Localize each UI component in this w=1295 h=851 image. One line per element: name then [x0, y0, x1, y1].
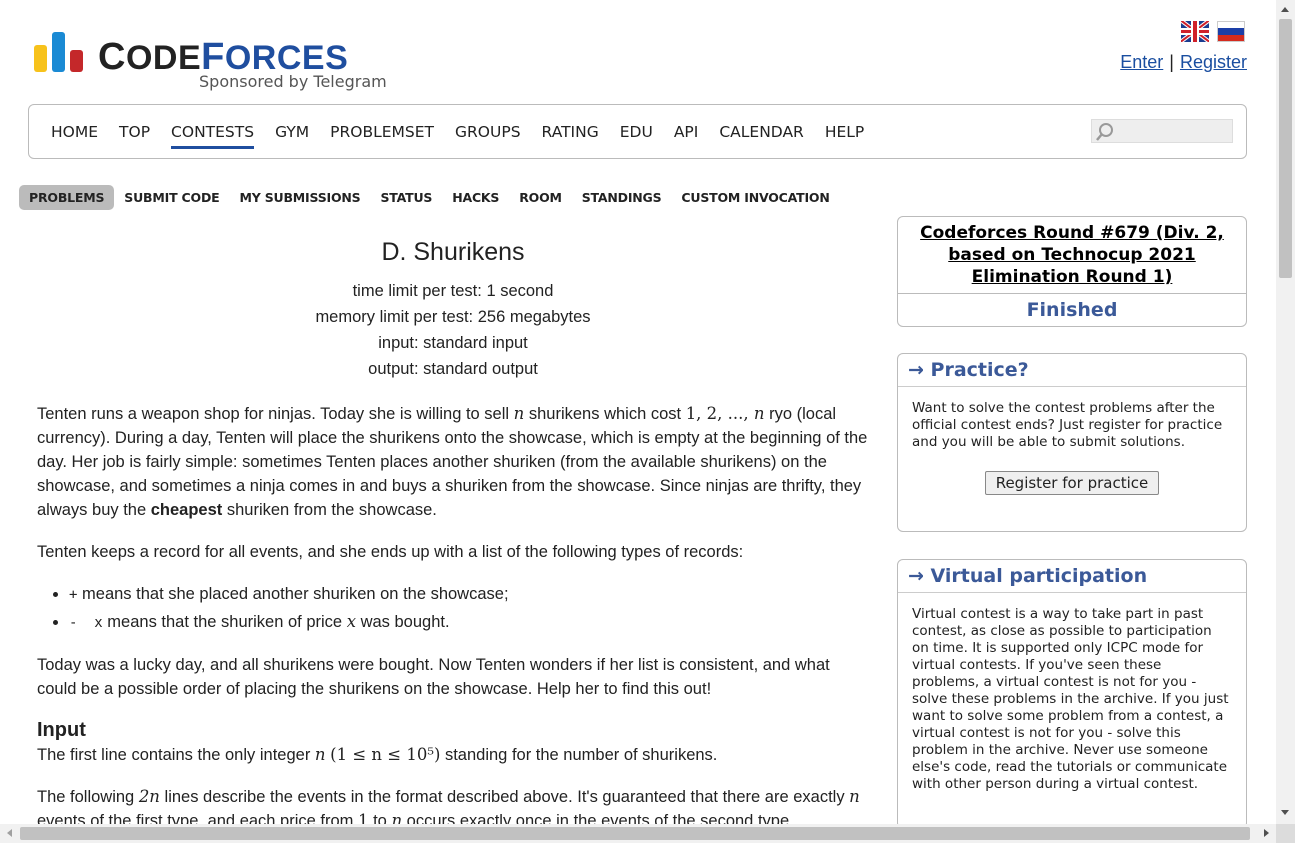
- main-menu: HOME TOP CONTESTS GYM PROBLEMSET GROUPS RATING…: [28, 104, 1247, 159]
- russia-flag-icon[interactable]: [1217, 21, 1245, 42]
- menu-item-home[interactable]: HOME: [51, 123, 98, 149]
- scrollbar-corner: [1276, 824, 1295, 843]
- submenu-item-submit-code[interactable]: SUBMIT CODE: [114, 185, 229, 210]
- menu-item-problemset[interactable]: PROBLEMSET: [330, 123, 434, 149]
- scroll-right-icon[interactable]: [1264, 829, 1269, 837]
- search-icon: [1096, 123, 1113, 141]
- horizontal-scrollbar[interactable]: [0, 824, 1276, 843]
- virtual-heading: → Virtual participation: [898, 560, 1246, 593]
- contest-submenu: PROBLEMS SUBMIT CODE MY SUBMISSIONS STATUS H…: [19, 185, 840, 210]
- list-item: + means that she placed another shuriken…: [69, 582, 869, 607]
- statement-paragraph-1: Tenten runs a weapon shop for ninjas. To…: [37, 404, 868, 519]
- enter-link[interactable]: Enter: [1120, 52, 1163, 72]
- memory-limit: memory limit per test: 256 megabytes: [315, 308, 591, 326]
- menu-item-calendar[interactable]: CALENDAR: [719, 123, 804, 149]
- practice-text: Want to solve the contest problems after…: [912, 400, 1223, 450]
- practice-heading: → Practice?: [898, 354, 1246, 387]
- menu-item-contests[interactable]: CONTESTS: [171, 123, 255, 149]
- problem-title: D. Shurikens: [381, 238, 525, 266]
- menu-item-groups[interactable]: GROUPS: [455, 123, 521, 149]
- menu-item-edu[interactable]: EDU: [620, 123, 653, 149]
- menu-item-api[interactable]: API: [674, 123, 699, 149]
- auth-separator: |: [1169, 52, 1174, 72]
- language-flags: [1181, 21, 1245, 42]
- menu-item-gym[interactable]: GYM: [275, 123, 309, 149]
- auth-links: Enter | Register: [1120, 52, 1247, 73]
- input-section-title: Input: [37, 719, 86, 741]
- submenu-item-problems[interactable]: PROBLEMS: [19, 185, 115, 210]
- main-menu-items: HOME TOP CONTESTS GYM PROBLEMSET GROUPS RATING…: [51, 123, 885, 149]
- codeforces-logo-icon[interactable]: [34, 32, 86, 72]
- submenu-item-hacks[interactable]: HACKS: [442, 185, 509, 210]
- menu-item-top[interactable]: TOP: [119, 123, 150, 149]
- output-type: output: standard output: [368, 360, 538, 378]
- menu-item-rating[interactable]: RATING: [542, 123, 599, 149]
- virtual-text: Virtual contest is a way to take part in…: [912, 606, 1229, 792]
- contest-title-link[interactable]: Codeforces Round #679 (Div. 2, based on …: [898, 217, 1246, 293]
- problem-statement: D. Shurikens time limit per test: 1 seco…: [37, 240, 869, 851]
- scroll-down-icon[interactable]: [1281, 810, 1289, 815]
- submenu-item-standings[interactable]: STANDINGS: [572, 185, 672, 210]
- virtual-participation-box: → Virtual participation Virtual contest …: [897, 559, 1247, 829]
- practice-box: → Practice? Want to solve the contest pr…: [897, 353, 1247, 532]
- vertical-scrollbar[interactable]: [1276, 0, 1295, 843]
- submenu-item-my-submissions[interactable]: MY SUBMISSIONS: [229, 185, 370, 210]
- list-item: - x means that the shuriken of price x w…: [69, 610, 869, 635]
- submenu-item-status[interactable]: STATUS: [370, 185, 442, 210]
- register-link[interactable]: Register: [1180, 52, 1247, 72]
- problem-limits: time limit per test: 1 second memory lim…: [37, 278, 869, 382]
- input-type: input: standard input: [378, 334, 528, 352]
- search-input[interactable]: [1091, 119, 1233, 143]
- menu-item-help[interactable]: HELP: [825, 123, 864, 149]
- input-paragraph-1: The first line contains the only integer…: [37, 745, 718, 764]
- vertical-scroll-thumb[interactable]: [1279, 19, 1292, 278]
- contest-status: Finished: [898, 293, 1246, 321]
- record-types-list: + means that she placed another shuriken…: [37, 582, 869, 635]
- sponsor-text: Sponsored by Telegram: [199, 72, 387, 91]
- submenu-item-room[interactable]: ROOM: [509, 185, 572, 210]
- statement-paragraph-3: Today was a lucky day, and all shurikens…: [37, 656, 830, 698]
- time-limit: time limit per test: 1 second: [352, 282, 554, 300]
- statement-paragraph-2: Tenten keeps a record for all events, an…: [37, 543, 744, 561]
- scroll-left-icon[interactable]: [7, 829, 12, 837]
- scroll-up-icon[interactable]: [1281, 7, 1289, 12]
- uk-flag-icon[interactable]: [1181, 21, 1209, 42]
- horizontal-scroll-thumb[interactable]: [20, 827, 1250, 840]
- register-practice-button[interactable]: Register for practice: [984, 471, 1160, 495]
- contest-info-box: Codeforces Round #679 (Div. 2, based on …: [897, 216, 1247, 327]
- submenu-item-custom-invocation[interactable]: CUSTOM INVOCATION: [671, 185, 839, 210]
